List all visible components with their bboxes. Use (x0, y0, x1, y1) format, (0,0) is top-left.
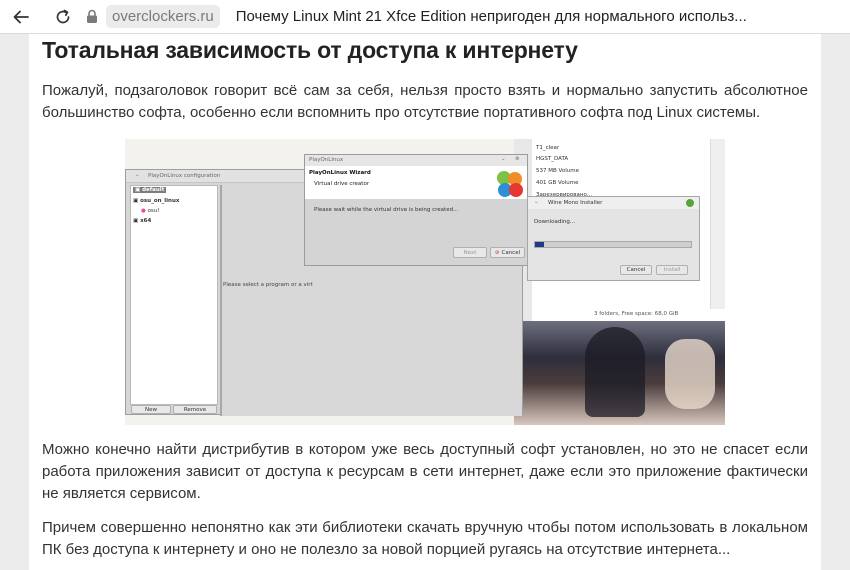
mono-cancel-button[interactable]: Cancel (620, 265, 652, 275)
browser-toolbar: overclockers.ru Почему Linux Mint 21 Xfc… (0, 0, 850, 34)
prefix-label: osu! (147, 208, 160, 214)
prefix-label: x64 (140, 218, 152, 224)
wizard-header: PlayOnLinux Wizard Virtual drive creator (305, 166, 527, 199)
close-icon[interactable]: ⊗ (515, 156, 520, 162)
prefix-list: ▣ default ▣ osu_on_linux ● osu! ▣ x64 (130, 185, 218, 405)
pol-wizard-window: PlayOnLinux ⌄ ⊗ PlayOnLinux Wizard Virtu… (304, 154, 528, 266)
pol-config-title: PlayOnLinux configuration (148, 173, 221, 179)
file-item[interactable]: HGST_DATA (536, 156, 568, 162)
chevron-down-icon[interactable]: ⌄ (534, 199, 539, 205)
mono-downloading: Downloading... (534, 219, 576, 225)
wizard-subheading: Virtual drive creator (314, 181, 370, 187)
progress-fill (535, 242, 545, 247)
new-button[interactable]: New (131, 405, 171, 414)
prefix-item[interactable]: ▣ default (133, 187, 167, 193)
minimize-icon[interactable]: ⌄ (501, 156, 506, 162)
back-button[interactable] (4, 0, 38, 34)
file-scrollbar[interactable] (710, 139, 725, 309)
select-message: Please select a program or a virt (223, 282, 313, 288)
mono-install-button[interactable]: Install (656, 265, 688, 275)
prefix-item[interactable]: ▣ x64 (133, 218, 151, 224)
file-item[interactable]: 401 GB Volume (536, 180, 579, 186)
lock-icon[interactable] (84, 8, 100, 26)
cancel-button[interactable]: ⊘ Cancel (490, 247, 525, 258)
arrow-left-icon (13, 10, 29, 23)
article-paragraph: Можно конечно найти дистрибутив в которо… (42, 441, 808, 502)
osu-icon: ● (141, 208, 146, 214)
next-button[interactable]: Next (453, 247, 487, 258)
page-title: Почему Linux Mint 21 Xfce Edition неприг… (235, 8, 747, 25)
mono-progress-bar (534, 241, 692, 248)
reload-button[interactable] (46, 0, 80, 34)
file-item[interactable]: T1_clear (536, 145, 559, 151)
article-paragraph: Пожалуй, подзаголовок говорит всё сам за… (42, 82, 808, 121)
wizard-heading: PlayOnLinux Wizard (309, 170, 371, 176)
prefix-item[interactable]: ▣ osu_on_linux (133, 198, 179, 204)
cancel-label: Cancel (501, 249, 521, 256)
prefix-label: default (142, 187, 165, 193)
article-heading: Тотальная зависимость от доступа к интер… (42, 37, 578, 63)
wine-mono-window: ⌄ Wine Mono Installer Downloading... Can… (527, 196, 700, 281)
article-screenshot: T1_clear HGST_DATA 537 MB Volume 401 GB … (125, 139, 725, 425)
mono-titlebar: ⌄ Wine Mono Installer (528, 197, 699, 209)
wizard-wait-message: Please wait while the virtual drive is b… (314, 207, 459, 213)
prefix-item[interactable]: ● osu! (141, 208, 159, 214)
file-status: 3 folders, Free space: 68,0 GiB (594, 311, 679, 317)
file-item[interactable]: 537 MB Volume (536, 168, 579, 174)
article-content: Тотальная зависимость от доступа к интер… (29, 34, 821, 570)
close-icon[interactable] (686, 199, 694, 207)
wallpaper-detail (665, 339, 715, 409)
prefix-label: osu_on_linux (140, 198, 180, 204)
mono-title: Wine Mono Installer (548, 200, 603, 206)
remove-button[interactable]: Remove (173, 405, 217, 414)
address-domain[interactable]: overclockers.ru (106, 5, 220, 28)
wallpaper-detail (585, 327, 645, 417)
wizard-title: PlayOnLinux (309, 157, 344, 163)
wizard-titlebar: PlayOnLinux ⌄ ⊗ (305, 155, 527, 166)
chevron-down-icon[interactable]: ⌄ (135, 172, 140, 178)
reload-icon (56, 9, 70, 23)
cancel-icon: ⊘ (494, 249, 500, 256)
playonlinux-logo-icon (497, 171, 523, 197)
article-paragraph: Причем совершенно непонятно как эти библ… (42, 519, 808, 558)
